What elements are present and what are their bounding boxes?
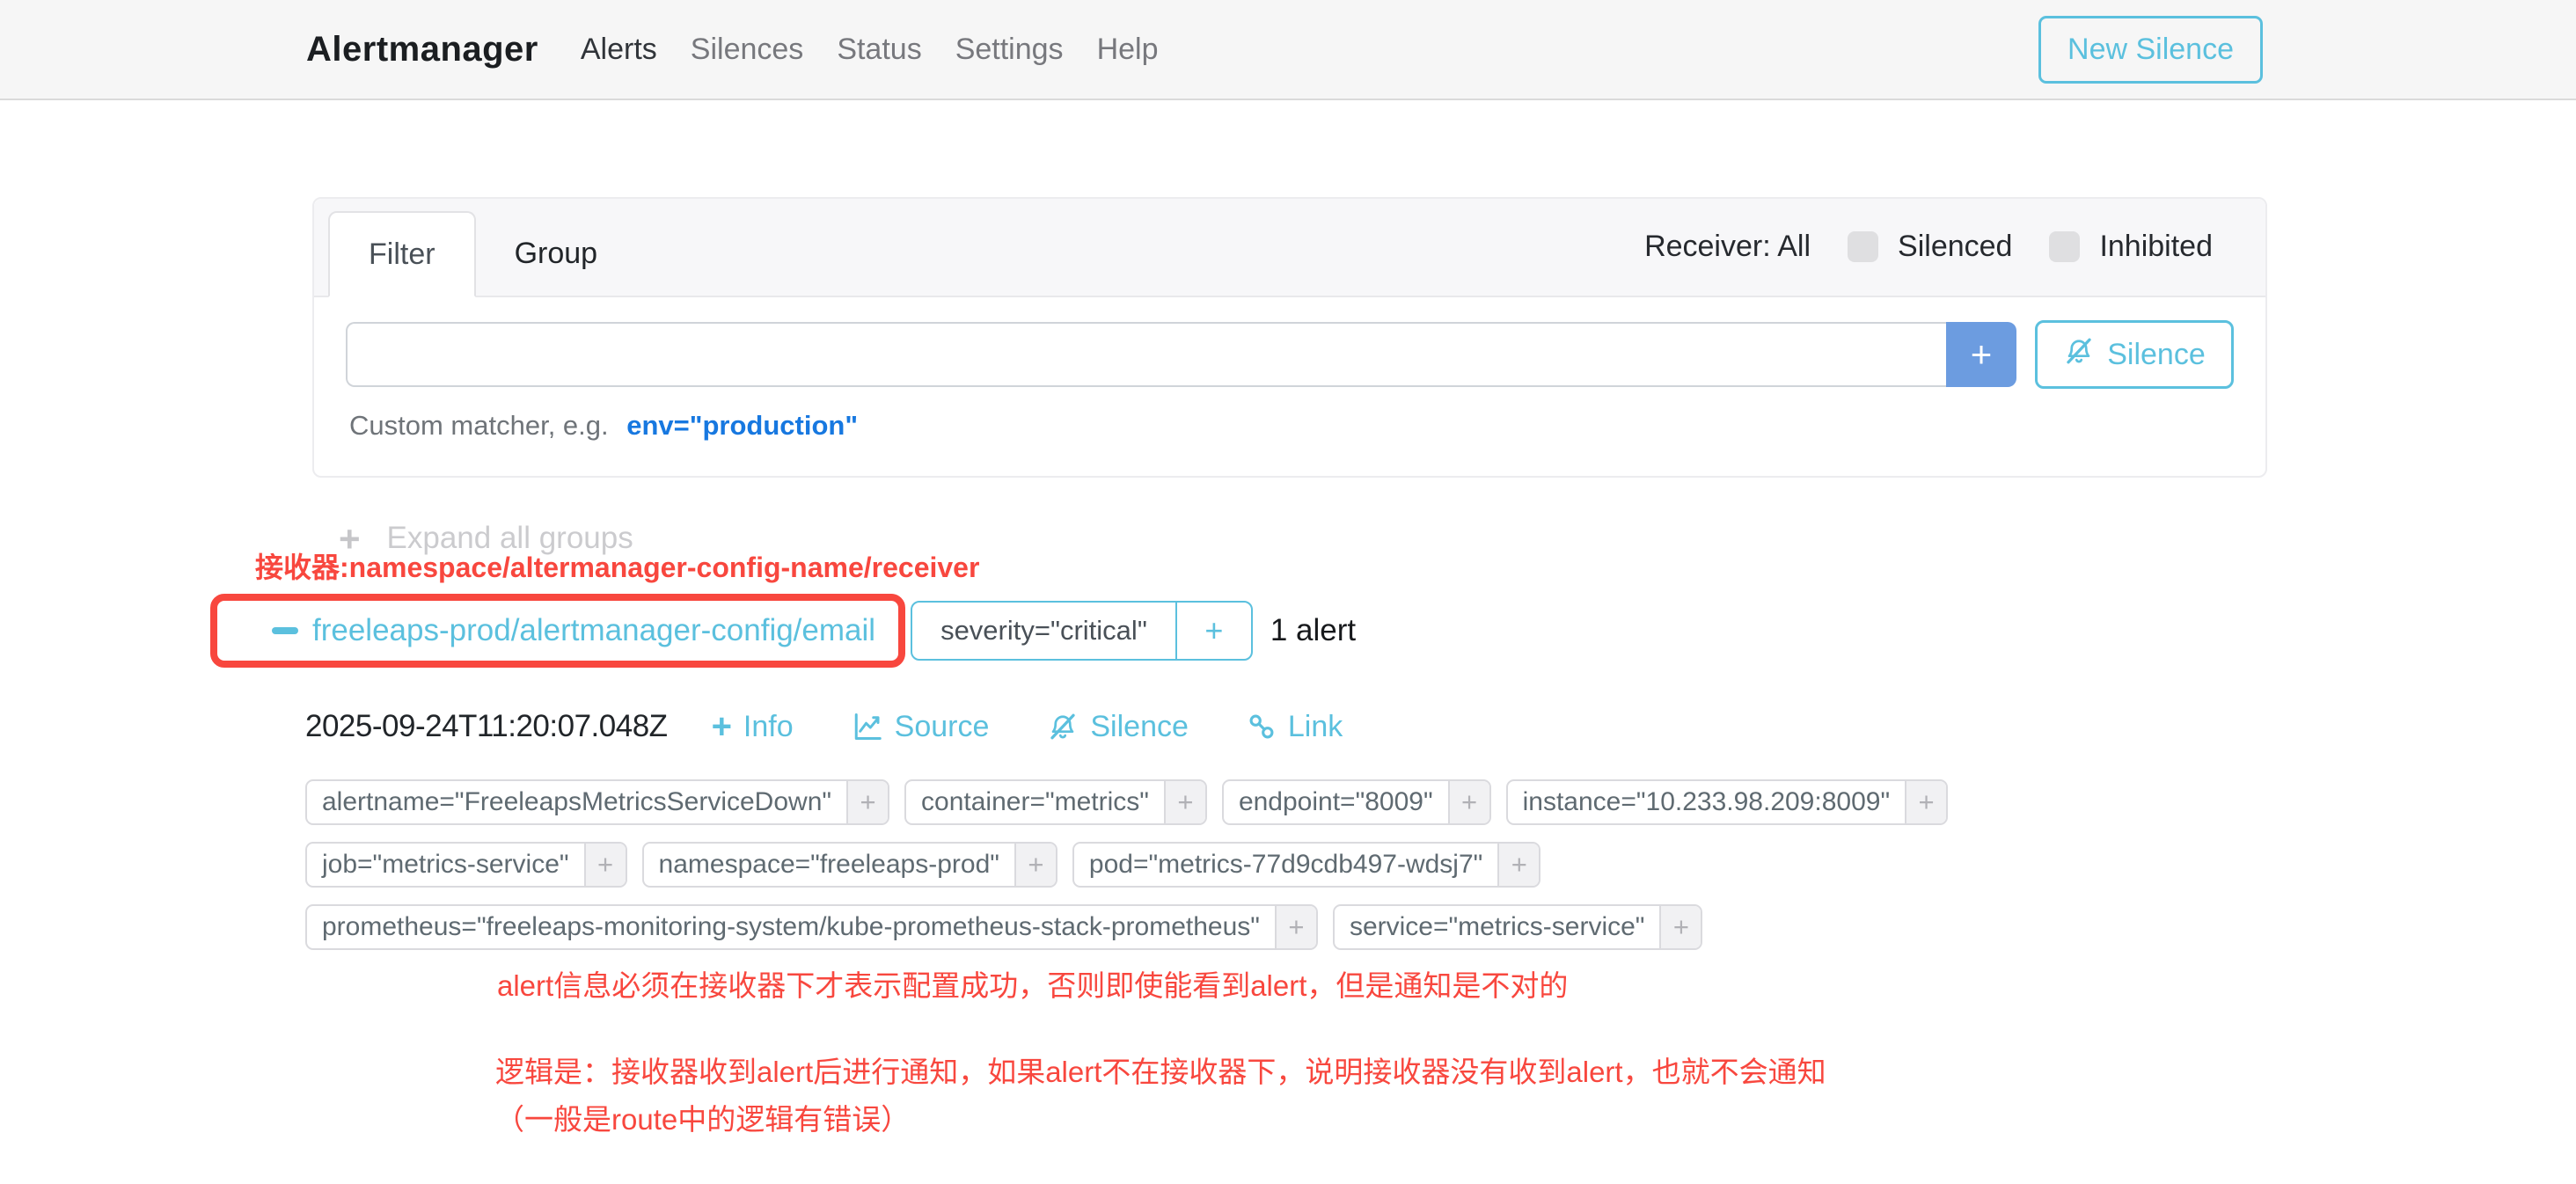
add-label-filter-button[interactable]: + [1905, 781, 1946, 823]
plus-icon: + [712, 712, 732, 742]
label-chip-job: job="metrics-service" + [305, 842, 627, 888]
label-chip-alertname: alertname="FreeleapsMetricsServiceDown" … [305, 779, 889, 825]
alert-source-link[interactable]: Source [852, 710, 990, 744]
add-label-filter-button[interactable]: + [1014, 844, 1056, 886]
alert-silence-label: Silence [1090, 710, 1189, 744]
alert-info-button[interactable]: + Info [712, 710, 794, 744]
annotation-note-3: （一般是route中的逻辑有错误） [495, 1096, 1826, 1144]
filter-card-header: Filter Group Receiver: All Silenced Inhi… [314, 199, 2265, 297]
app-brand: Alertmanager [306, 30, 538, 69]
alert-link-label: Link [1288, 710, 1343, 744]
label-text: pod="metrics-77d9cdb497-wdsj7" [1074, 844, 1497, 886]
filter-card: Filter Group Receiver: All Silenced Inhi… [312, 197, 2267, 478]
label-chip-container: container="metrics" + [904, 779, 1207, 825]
silence-filter-button[interactable]: Silence [2035, 320, 2234, 389]
silence-filter-button-label: Silence [2107, 338, 2206, 372]
filter-tabs: Filter Group [328, 197, 636, 296]
bell-slash-icon [2063, 335, 2095, 375]
inhibited-checkbox[interactable] [2049, 231, 2080, 262]
alert-row-header: 2025-09-24T11:20:07.048Z + Info Source [305, 709, 1343, 744]
add-group-matcher-button[interactable]: + [1175, 603, 1251, 659]
silenced-checkbox[interactable] [1848, 231, 1878, 262]
add-matcher-button[interactable]: + [1946, 322, 2016, 387]
label-text: namespace="freeleaps-prod" [644, 844, 1014, 886]
label-chip-instance: instance="10.233.98.209:8009" + [1506, 779, 1948, 825]
label-text: service="metrics-service" [1335, 906, 1660, 948]
label-text: alertname="FreeleapsMetricsServiceDown" [307, 781, 846, 823]
annotation-receiver-note: 接收器:namespace/altermanager-config-name/r… [255, 545, 979, 586]
label-row: job="metrics-service" + namespace="freel… [305, 842, 1948, 888]
matcher-hint-text: Custom matcher, e.g. [349, 410, 609, 441]
group-matcher-chip: severity="critical" + [911, 601, 1253, 661]
alert-source-label: Source [895, 710, 990, 744]
tab-filter[interactable]: Filter [328, 211, 476, 297]
annotation-note-2: 逻辑是：接收器收到alert后进行通知，如果alert不在接收器下，说明接收器没… [495, 1049, 1826, 1096]
matcher-hint-example-link[interactable]: env="production" [626, 410, 858, 441]
link-icon [1247, 712, 1277, 742]
filter-card-body: + Silence Custom matcher, e.g. env="prod… [314, 297, 2265, 466]
matcher-input[interactable] [346, 322, 1946, 387]
alert-silence-button[interactable]: Silence [1047, 710, 1189, 744]
add-label-filter-button[interactable]: + [846, 781, 888, 823]
annotation-note-1: alert信息必须在接收器下才表示配置成功，否则即使能看到alert，但是通知是… [497, 962, 1568, 1005]
add-label-filter-button[interactable]: + [584, 844, 626, 886]
annotation-note-block: 逻辑是：接收器收到alert后进行通知，如果alert不在接收器下，说明接收器没… [495, 1049, 1826, 1144]
alert-group-header: freeleaps-prod/alertmanager-config/email… [210, 594, 1356, 668]
label-text: prometheus="freeleaps-monitoring-system/… [307, 906, 1275, 948]
nav-item-silences[interactable]: Silences [691, 33, 804, 67]
label-row: prometheus="freeleaps-monitoring-system/… [305, 904, 1948, 950]
label-chip-prometheus: prometheus="freeleaps-monitoring-system/… [305, 904, 1318, 950]
label-chip-namespace: namespace="freeleaps-prod" + [642, 842, 1057, 888]
label-chip-endpoint: endpoint="8009" + [1222, 779, 1491, 825]
alert-timestamp: 2025-09-24T11:20:07.048Z [305, 709, 668, 744]
inhibited-checkbox-group[interactable]: Inhibited [2049, 230, 2213, 264]
label-chip-service: service="metrics-service" + [1333, 904, 1703, 950]
matcher-input-row: + Silence [346, 322, 2234, 389]
minus-icon [272, 627, 298, 634]
alert-generator-link[interactable]: Link [1247, 710, 1343, 744]
label-chip-pod: pod="metrics-77d9cdb497-wdsj7" + [1072, 842, 1540, 888]
chart-icon [852, 711, 883, 742]
label-text: instance="10.233.98.209:8009" [1508, 781, 1905, 823]
label-row: alertname="FreeleapsMetricsServiceDown" … [305, 779, 1948, 825]
nav-item-help[interactable]: Help [1097, 33, 1159, 67]
add-label-filter-button[interactable]: + [1497, 844, 1539, 886]
receiver-filter-dropdown[interactable]: Receiver: All [1644, 230, 1811, 264]
tab-group[interactable]: Group [476, 211, 637, 296]
nav-item-alerts[interactable]: Alerts [581, 33, 657, 67]
filter-header-controls: Receiver: All Silenced Inhibited [1644, 197, 2213, 296]
inhibited-checkbox-label: Inhibited [2099, 230, 2213, 264]
new-silence-button[interactable]: New Silence [2038, 16, 2263, 84]
group-receiver-toggle[interactable]: freeleaps-prod/alertmanager-config/email [312, 613, 875, 648]
alert-labels: alertname="FreeleapsMetricsServiceDown" … [305, 779, 1948, 950]
add-label-filter-button[interactable]: + [1164, 781, 1205, 823]
alert-info-label: Info [743, 710, 794, 744]
matcher-hint: Custom matcher, e.g. env="production" [346, 410, 2234, 442]
label-text: endpoint="8009" [1224, 781, 1448, 823]
annotation-highlight-box[interactable]: freeleaps-prod/alertmanager-config/email [210, 594, 905, 668]
label-text: container="metrics" [906, 781, 1164, 823]
navbar: Alertmanager Alerts Silences Status Sett… [0, 0, 2576, 100]
alert-actions: + Info Source Silence [712, 710, 1343, 744]
nav-item-status[interactable]: Status [837, 33, 921, 67]
add-label-filter-button[interactable]: + [1659, 906, 1701, 948]
silenced-checkbox-group[interactable]: Silenced [1848, 230, 2012, 264]
add-label-filter-button[interactable]: + [1448, 781, 1489, 823]
bell-slash-icon [1047, 711, 1079, 742]
nav-item-settings[interactable]: Settings [955, 33, 1064, 67]
label-text: job="metrics-service" [307, 844, 584, 886]
add-label-filter-button[interactable]: + [1275, 906, 1316, 948]
silenced-checkbox-label: Silenced [1898, 230, 2012, 264]
group-matcher-text: severity="critical" [912, 603, 1175, 659]
group-alert-count: 1 alert [1270, 613, 1356, 648]
